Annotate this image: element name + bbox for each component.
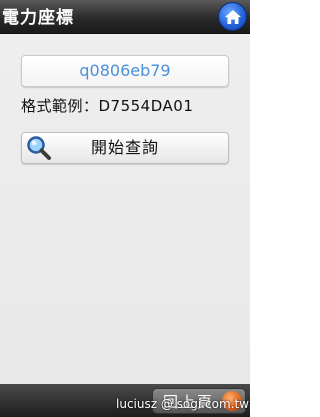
watermark: luciusz @ sogi.com.tw: [116, 397, 249, 411]
start-query-button[interactable]: 開始查詢: [21, 132, 229, 164]
title-bar: 電力座標: [0, 0, 250, 34]
format-example-label: 格式範例：D7554DA01: [21, 97, 194, 115]
start-query-label: 開始查詢: [90, 138, 159, 157]
app-title: 電力座標: [2, 8, 74, 28]
main-content: q0806eb79 格式範例：D7554DA01 開始查詢: [0, 34, 250, 384]
home-button[interactable]: [218, 2, 247, 31]
code-input-field[interactable]: q0806eb79: [21, 55, 229, 87]
home-icon: [224, 9, 241, 24]
